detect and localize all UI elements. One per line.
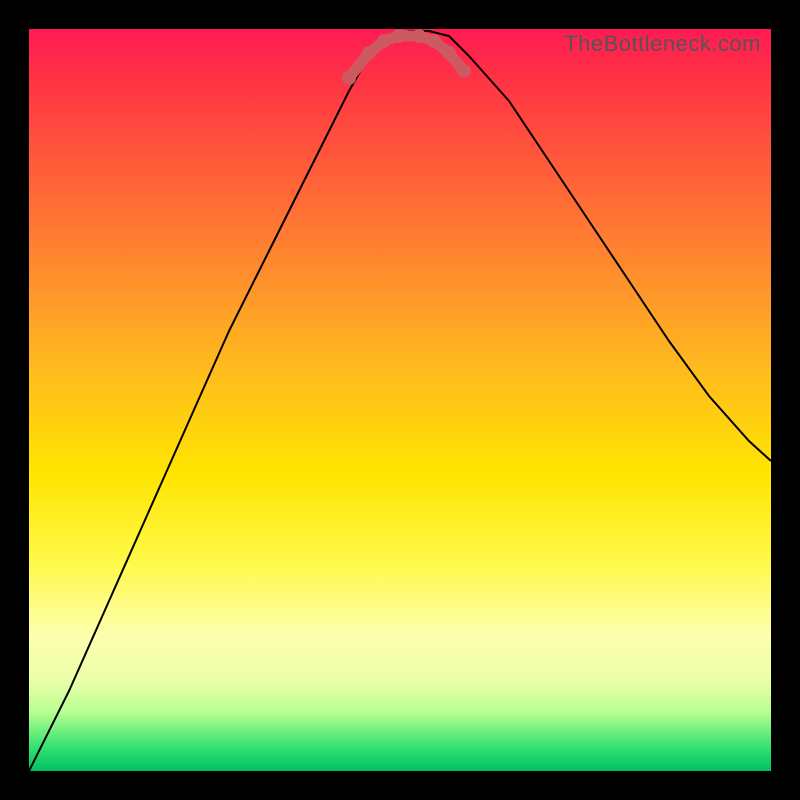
chart-frame: TheBottleneck.com <box>0 0 800 800</box>
plot-area: TheBottleneck.com <box>29 29 771 771</box>
highlight-dot <box>427 34 441 48</box>
highlight-dot <box>377 34 391 48</box>
highlight-dot <box>392 29 406 43</box>
highlight-dot <box>342 71 356 85</box>
curve-layer <box>29 29 771 771</box>
bottleneck-curve <box>29 31 771 771</box>
highlight-dot <box>442 46 456 60</box>
highlight-dot <box>362 46 376 60</box>
highlight-dot <box>412 29 426 43</box>
highlight-dot <box>457 64 471 78</box>
